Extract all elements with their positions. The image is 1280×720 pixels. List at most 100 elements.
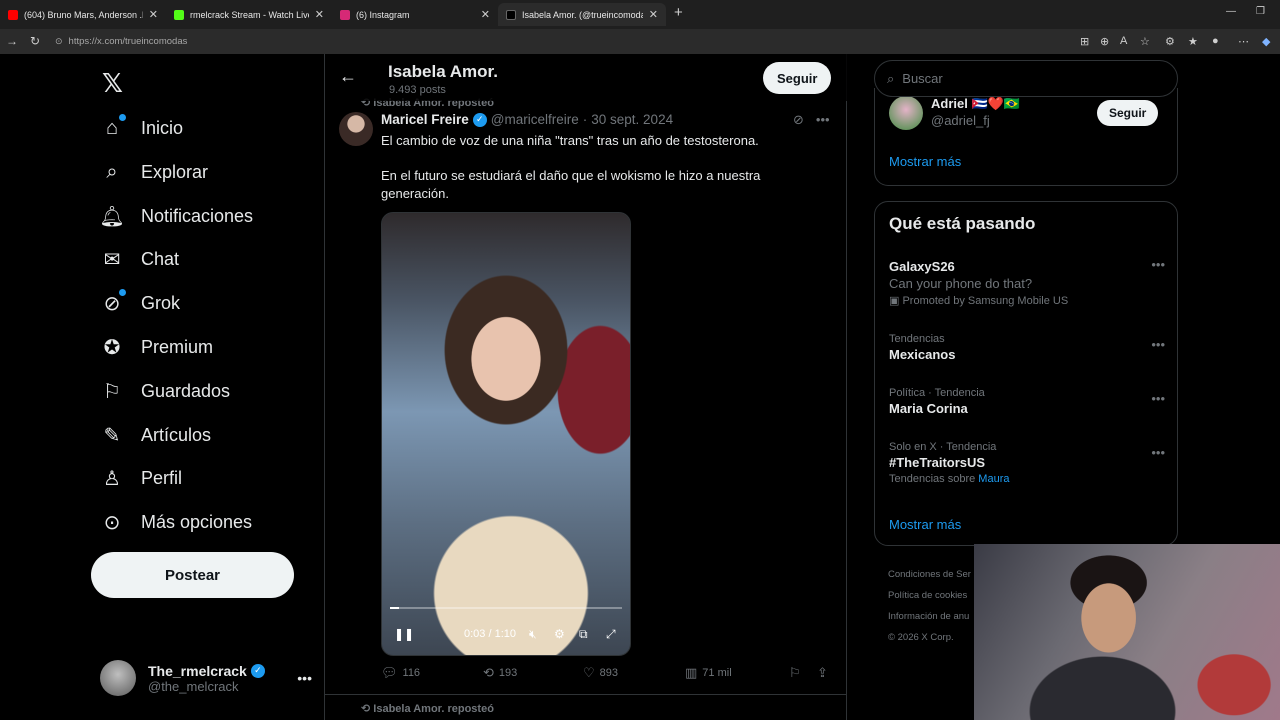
more-icon[interactable]: ••• — [1151, 391, 1165, 406]
account-handle: @the_melcrack — [148, 678, 239, 694]
footer-link[interactable]: Política de cookies — [888, 585, 971, 606]
like-button[interactable]: ♡ 893 — [583, 665, 618, 681]
follow-button[interactable]: Seguir — [1097, 100, 1159, 126]
settings-icon[interactable]: ⚙ — [554, 627, 565, 641]
minimize-icon[interactable]: — — [1226, 6, 1236, 17]
close-tab-icon[interactable]: ✕ — [315, 8, 324, 21]
search-placeholder: Buscar — [902, 71, 943, 86]
post-count: 9.493 posts — [389, 84, 446, 96]
browser-menu-icon[interactable]: ⋯ — [1238, 35, 1249, 48]
copilot-icon[interactable]: ◆ — [1262, 35, 1270, 48]
show-more-link[interactable]: Mostrar más — [889, 154, 961, 169]
bookmark-button[interactable]: ⚐ — [789, 665, 801, 681]
footer-link[interactable]: Información de anu — [888, 606, 971, 627]
views-button[interactable]: ▥ 71 mil — [685, 665, 732, 681]
footer-link[interactable]: Condiciones de Ser — [888, 564, 971, 585]
trend-name: Mexicanos — [889, 347, 956, 362]
suggested-user-name[interactable]: Adriel 🇨🇺❤️🇧🇷 — [931, 96, 1020, 112]
fullscreen-icon[interactable]: ⤢ — [606, 627, 616, 642]
nav-item-mas-opciones[interactable]: ⊙ Más opciones — [100, 506, 252, 538]
url-field[interactable]: ⊙ https://x.com/trueincomodas — [50, 32, 1100, 51]
more-icon[interactable]: ••• — [1151, 337, 1165, 352]
restore-icon[interactable]: ❐ — [1256, 6, 1265, 17]
more-icon[interactable]: ••• — [297, 670, 312, 686]
trends-title: Qué está pasando — [889, 214, 1036, 233]
trend-category: Solo en X · Tendencia — [889, 441, 997, 453]
share-button[interactable]: ⇪ — [817, 665, 828, 681]
grok-icon: ⊘ — [100, 289, 126, 315]
mute-icon[interactable]: 🔇︎ — [529, 627, 537, 642]
follow-button[interactable]: Seguir — [763, 62, 832, 94]
close-tab-icon[interactable]: ✕ — [481, 8, 490, 21]
trend-item[interactable]: GalaxyS26 Can your phone do that? ▣ Prom… — [889, 257, 1165, 307]
extension-icon[interactable]: ⚙ — [1165, 35, 1175, 48]
tweet-author-handle[interactable]: @maricelfreire — [491, 112, 579, 127]
avatar[interactable] — [889, 96, 923, 130]
trend-item[interactable]: Solo en X · Tendencia #TheTraitorsUS Ten… — [889, 441, 1165, 485]
copyright: © 2026 X Corp. — [888, 632, 954, 643]
profile-icon[interactable]: ● — [1212, 35, 1219, 47]
tweet-date[interactable]: 30 sept. 2024 — [591, 112, 673, 127]
browser-tab-youtube[interactable]: (604) Bruno Mars, Anderson .Paak ✕ — [0, 3, 166, 26]
trend-description: Can your phone do that? — [889, 276, 1033, 291]
trend-item[interactable]: Tendencias Mexicanos ••• — [889, 333, 1165, 362]
account-switcher[interactable]: The_rmelcrack ✓ @the_melcrack ••• — [100, 656, 312, 700]
browser-tab-bar: (604) Bruno Mars, Anderson .Paak ✕ rmelc… — [0, 0, 1280, 29]
trend-item[interactable]: Política · Tendencia Maria Corina ••• — [889, 387, 1165, 416]
close-tab-icon[interactable]: ✕ — [649, 8, 658, 21]
favorites-icon[interactable]: ★ — [1188, 35, 1198, 48]
reply-button[interactable]: 💬︎ 116 — [381, 665, 420, 681]
bookmark-icon: ⚐ — [789, 665, 801, 680]
video-progress-bar[interactable] — [390, 607, 622, 609]
site-info-icon[interactable]: ⊙ — [55, 36, 63, 47]
show-more-link[interactable]: Mostrar más — [889, 517, 961, 532]
page-title: Isabela Amor. — [388, 62, 498, 81]
nav-item-chat[interactable]: ✉ Chat — [100, 243, 179, 275]
nav-item-guardados[interactable]: ⚐ Guardados — [100, 375, 230, 407]
browser-tab-x[interactable]: Isabela Amor. (@trueincomodas) / X ✕ — [498, 3, 666, 26]
nav-label: Grok — [141, 292, 181, 313]
tweet-author-name[interactable]: Maricel Freire — [381, 112, 469, 127]
pause-icon[interactable]: ❚❚ — [394, 627, 414, 641]
video-time: 0:03 / 1:10 — [464, 628, 516, 640]
nav-item-perfil[interactable]: ♙ Perfil — [100, 462, 182, 494]
nav-item-notificaciones[interactable]: 🔔︎ Notificaciones — [99, 200, 253, 232]
tweet-video[interactable]: ❚❚ 0:03 / 1:10 🔇︎ ⚙ ⧉ ⤢ — [381, 212, 631, 656]
nav-item-explorar[interactable]: ⌕ Explorar — [100, 156, 208, 188]
tweet-author-avatar[interactable] — [339, 112, 373, 146]
suggested-user-handle[interactable]: @adriel_fj — [931, 113, 990, 128]
grok-icon[interactable]: ⊘ — [793, 112, 804, 128]
zoom-icon[interactable]: ⊕ — [1100, 35, 1109, 48]
post-button[interactable]: Postear — [91, 552, 294, 598]
repost-button[interactable]: ⟲ 193 — [483, 665, 517, 681]
more-icon[interactable]: ••• — [1151, 257, 1165, 272]
pip-icon[interactable]: ⧉ — [579, 627, 588, 642]
more-icon[interactable]: ••• — [1151, 445, 1165, 460]
kick-favicon-icon — [174, 9, 184, 20]
favorite-star-icon[interactable]: ☆ — [1140, 35, 1150, 48]
more-icon[interactable]: ••• — [816, 112, 830, 128]
reload-icon[interactable]: ↻ — [30, 34, 40, 48]
close-tab-icon[interactable]: ✕ — [149, 8, 158, 21]
search-input[interactable]: ⌕ Buscar — [874, 60, 1178, 97]
forward-icon[interactable]: → — [6, 34, 18, 48]
browser-tab-kick[interactable]: rmelcrack Stream - Watch Live on ✕ — [166, 3, 332, 26]
notification-dot — [119, 114, 126, 121]
x-logo-icon[interactable]: 𝕏 — [102, 68, 123, 99]
trend-name: GalaxyS26 — [889, 259, 955, 274]
read-aloud-icon[interactable]: A — [1120, 35, 1127, 47]
apps-icon[interactable]: ⊞ — [1080, 35, 1089, 48]
separator: · — [582, 112, 588, 127]
nav-item-inicio[interactable]: ⌂ Inicio — [100, 112, 183, 144]
back-arrow-icon[interactable]: ← — [339, 66, 357, 87]
trend-related-link[interactable]: Maura — [978, 473, 1009, 485]
premium-icon: ✪ — [103, 336, 121, 359]
nav-item-articulos[interactable]: ✎ Artículos — [100, 419, 211, 451]
new-tab-icon[interactable]: + — [674, 4, 683, 21]
trends-panel: Qué está pasando GalaxyS26 Can your phon… — [874, 201, 1178, 546]
browser-tab-instagram[interactable]: (6) Instagram ✕ — [332, 3, 498, 26]
nav-item-premium[interactable]: ✪ Premium — [100, 331, 213, 363]
nav-item-grok[interactable]: ⊘ Grok — [100, 287, 180, 319]
more-circle-icon: ⊙ — [103, 511, 121, 534]
chart-icon: ▥ — [685, 665, 698, 680]
